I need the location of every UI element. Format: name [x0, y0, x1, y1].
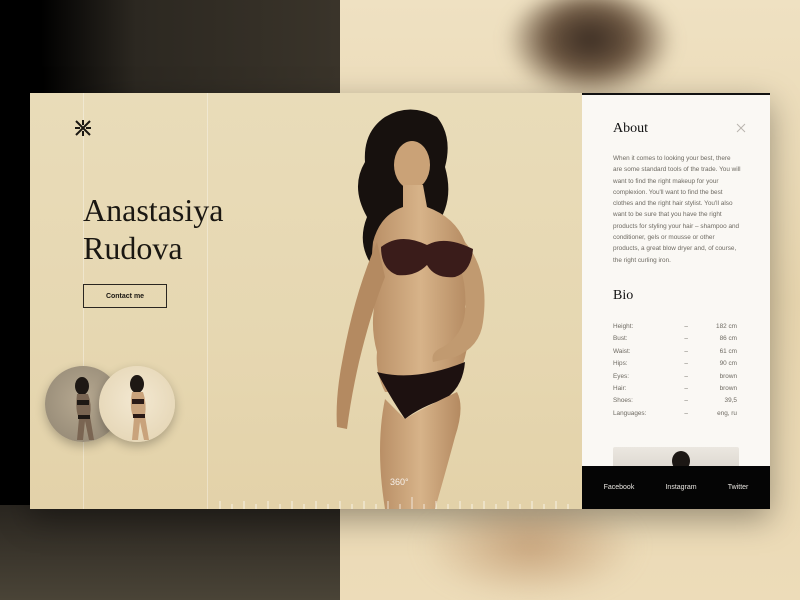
bio-row: Hair: – brown — [613, 383, 737, 395]
model-name: Anastasiya Rudova — [83, 191, 283, 267]
bio-dash: – — [684, 385, 688, 393]
bio-label: Hair: — [613, 385, 627, 393]
bio-dash: – — [684, 335, 688, 343]
bio-dash: – — [684, 397, 688, 405]
last-name: Rudova — [83, 230, 183, 266]
first-name: Anastasiya — [83, 192, 224, 228]
bio-dash: – — [684, 372, 688, 380]
profile-card: Anastasiya Rudova Contact me 360° About … — [30, 93, 770, 509]
thumbnail-figure — [130, 375, 149, 440]
bio-table: Height: –182 cm Bust: –86 cm Waist: –61 cm … — [613, 321, 737, 420]
about-text: When it comes to looking your best, ther… — [613, 155, 741, 264]
rotation-label: 360° — [390, 477, 409, 487]
hero-section: Anastasiya Rudova Contact me 360° — [30, 93, 582, 509]
model-photo — [336, 109, 485, 509]
bio-value: 182 cm — [716, 323, 737, 330]
bio-value: 61 cm — [719, 347, 737, 355]
social-footer: Facebook Instagram Twitter — [582, 466, 770, 509]
bio-row: Waist: – 61 cm — [613, 346, 737, 358]
twitter-link[interactable]: Twitter — [728, 484, 749, 491]
guide-line — [207, 93, 208, 509]
bio-label: Bust: — [613, 335, 628, 343]
facebook-link[interactable]: Facebook — [604, 484, 635, 491]
bio-label: Eyes: — [613, 372, 629, 380]
bio-value: eng, ru — [717, 409, 737, 417]
bio-value: 90 cm — [719, 360, 737, 368]
bio-dash: – — [684, 347, 688, 355]
rotation-ruler[interactable] — [210, 495, 582, 509]
bio-dash: – — [684, 360, 688, 368]
bio-row: Hips: – 90 cm — [613, 358, 737, 370]
gallery-thumbnail[interactable] — [99, 366, 175, 442]
bio-value: 86 cm — [719, 335, 737, 343]
instagram-link[interactable]: Instagram — [665, 484, 696, 491]
bio-label: Hips: — [613, 360, 628, 368]
close-icon[interactable] — [736, 123, 746, 133]
bio-label: Languages: — [613, 409, 647, 417]
bio-row: Height: – 182 cm — [613, 321, 737, 333]
bio-title: Bio — [613, 288, 634, 303]
backdrop-bottom-left — [0, 505, 340, 600]
contact-button[interactable]: Contact me — [83, 284, 167, 308]
about-title: About — [613, 121, 648, 136]
bio-dash: – — [684, 409, 688, 417]
backdrop-blur-leg — [420, 510, 640, 600]
bio-value: 39,5 — [724, 397, 737, 405]
bio-value: brown — [719, 372, 737, 380]
bio-row: Eyes: – brown — [613, 371, 737, 383]
info-panel: About When it comes to looking your best… — [582, 93, 770, 509]
bio-value: brown — [719, 385, 737, 393]
bio-label: Shoes: — [613, 397, 633, 405]
bio-row: Shoes: – 39,5 — [613, 395, 737, 407]
bio-row: Bust: – 86 cm — [613, 333, 737, 345]
bio-label: Waist: — [613, 347, 631, 355]
bio-row: Languages: – eng, ru — [613, 408, 737, 420]
logo-icon[interactable] — [74, 119, 92, 137]
bio-label: Height: — [613, 323, 634, 330]
bio-dash: – — [684, 323, 688, 330]
